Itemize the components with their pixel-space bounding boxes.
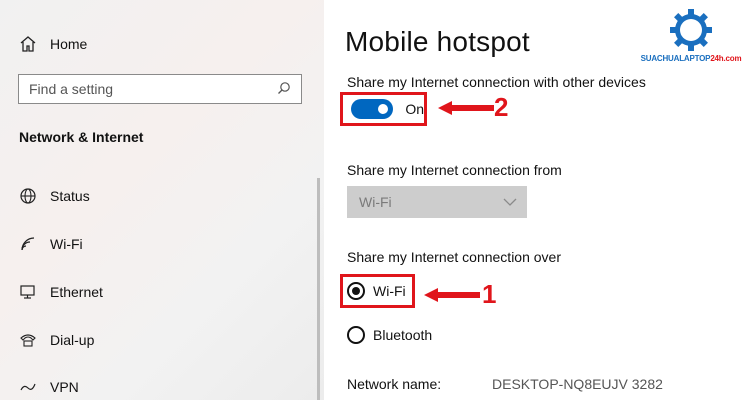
- over-label: Share my Internet connection over: [347, 249, 562, 265]
- toggle-state-label: On: [405, 101, 424, 117]
- logo-text-accent: 24h.com: [710, 54, 742, 63]
- network-name-value: DESKTOP-NQ8EUJV 3282: [492, 376, 663, 392]
- hotspot-toggle-highlight[interactable]: On: [340, 92, 427, 126]
- section-title: Network & Internet: [19, 129, 144, 145]
- sidebar-item-label: VPN: [50, 379, 79, 395]
- search-icon[interactable]: [277, 81, 291, 98]
- radio-option-wifi[interactable]: Wi-Fi: [347, 282, 406, 300]
- arrow-left-icon: [438, 101, 494, 115]
- sidebar-item-label: Home: [50, 36, 88, 52]
- sidebar-item-home[interactable]: Home: [18, 34, 87, 54]
- chevron-down-icon: [503, 194, 517, 210]
- globe-icon: [18, 186, 38, 206]
- wifi-icon: [18, 234, 38, 254]
- radio-label: Bluetooth: [373, 327, 433, 343]
- radio-button[interactable]: [347, 326, 365, 344]
- sidebar-scrollbar[interactable]: [317, 178, 320, 400]
- logo-text-main: SUACHUALAPTOP: [640, 54, 711, 63]
- radio-option-bluetooth[interactable]: Bluetooth: [347, 326, 432, 344]
- search-input[interactable]: Find a setting: [18, 74, 302, 104]
- sidebar-item-vpn[interactable]: VPN: [18, 377, 79, 397]
- sidebar-item-ethernet[interactable]: Ethernet: [18, 282, 103, 302]
- hotspot-toggle[interactable]: [351, 99, 394, 119]
- connection-from-select[interactable]: Wi-Fi: [347, 186, 527, 218]
- network-name-label: Network name:: [347, 376, 442, 392]
- settings-sidebar: Home Find a setting Network & Internet S…: [0, 0, 324, 400]
- radio-button-checked[interactable]: [347, 282, 365, 300]
- dialup-icon: [18, 330, 38, 350]
- arrow-left-icon: [424, 288, 480, 302]
- radio-label: Wi-Fi: [373, 283, 406, 299]
- sidebar-item-label: Dial-up: [50, 332, 95, 348]
- step-number-2: 2: [494, 92, 509, 122]
- sidebar-item-wifi[interactable]: Wi-Fi: [18, 234, 83, 254]
- sidebar-item-label: Wi-Fi: [50, 236, 83, 252]
- home-icon: [18, 34, 38, 54]
- search-placeholder: Find a setting: [29, 81, 114, 97]
- logo-text: SUACHUALAPTOP24h.com: [636, 54, 746, 63]
- gear-compass-icon: [670, 9, 712, 51]
- step-number-1: 1: [482, 279, 497, 309]
- sidebar-item-status[interactable]: Status: [18, 186, 90, 206]
- page-title: Mobile hotspot: [345, 26, 530, 57]
- sidebar-item-dialup[interactable]: Dial-up: [18, 330, 94, 350]
- brand-logo: SUACHUALAPTOP24h.com: [636, 8, 746, 70]
- vpn-icon: [18, 377, 38, 397]
- select-value: Wi-Fi: [359, 194, 392, 210]
- ethernet-icon: [18, 282, 38, 302]
- sidebar-item-label: Status: [50, 188, 90, 204]
- toggle-knob: [378, 104, 389, 114]
- from-label: Share my Internet connection from: [347, 162, 562, 178]
- sidebar-item-label: Ethernet: [50, 284, 103, 300]
- share-label: Share my Internet connection with other …: [347, 74, 646, 90]
